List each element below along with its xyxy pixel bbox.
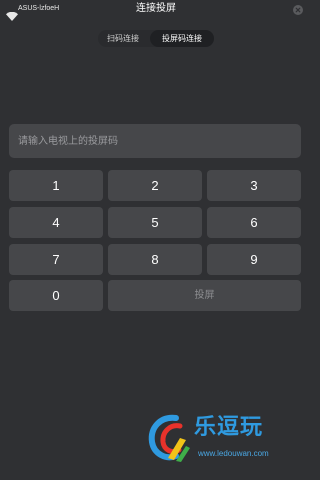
- key-7[interactable]: 7: [9, 244, 103, 275]
- cast-connect-screen: ASUS-lzfoeH 连接投屏 扫码连接 投屏码连接 1 2 3 4 5 6 …: [0, 0, 312, 480]
- cast-button[interactable]: 投屏: [108, 280, 301, 311]
- key-8[interactable]: 8: [108, 244, 202, 275]
- key-3[interactable]: 3: [207, 170, 301, 201]
- cast-code-input[interactable]: [9, 124, 301, 158]
- page-title: 连接投屏: [136, 3, 176, 14]
- connect-mode-tabs: 扫码连接 投屏码连接: [98, 30, 214, 47]
- tab-code-connect[interactable]: 投屏码连接: [150, 30, 214, 47]
- key-4[interactable]: 4: [9, 207, 103, 238]
- key-2[interactable]: 2: [108, 170, 202, 201]
- tab-scan-connect[interactable]: 扫码连接: [100, 30, 146, 47]
- watermark-brand: 乐逗玩: [194, 415, 264, 440]
- top-bar: ASUS-lzfoeH 连接投屏: [0, 0, 312, 21]
- watermark-url: www.ledouwan.com: [198, 449, 269, 458]
- ledouwan-logo: [148, 414, 190, 462]
- key-5[interactable]: 5: [108, 207, 202, 238]
- key-1[interactable]: 1: [9, 170, 103, 201]
- key-6[interactable]: 6: [207, 207, 301, 238]
- key-0[interactable]: 0: [9, 280, 103, 311]
- watermark: 乐逗玩 www.ledouwan.com: [146, 410, 296, 468]
- close-button[interactable]: [293, 5, 303, 15]
- close-icon: [295, 7, 301, 13]
- key-9[interactable]: 9: [207, 244, 301, 275]
